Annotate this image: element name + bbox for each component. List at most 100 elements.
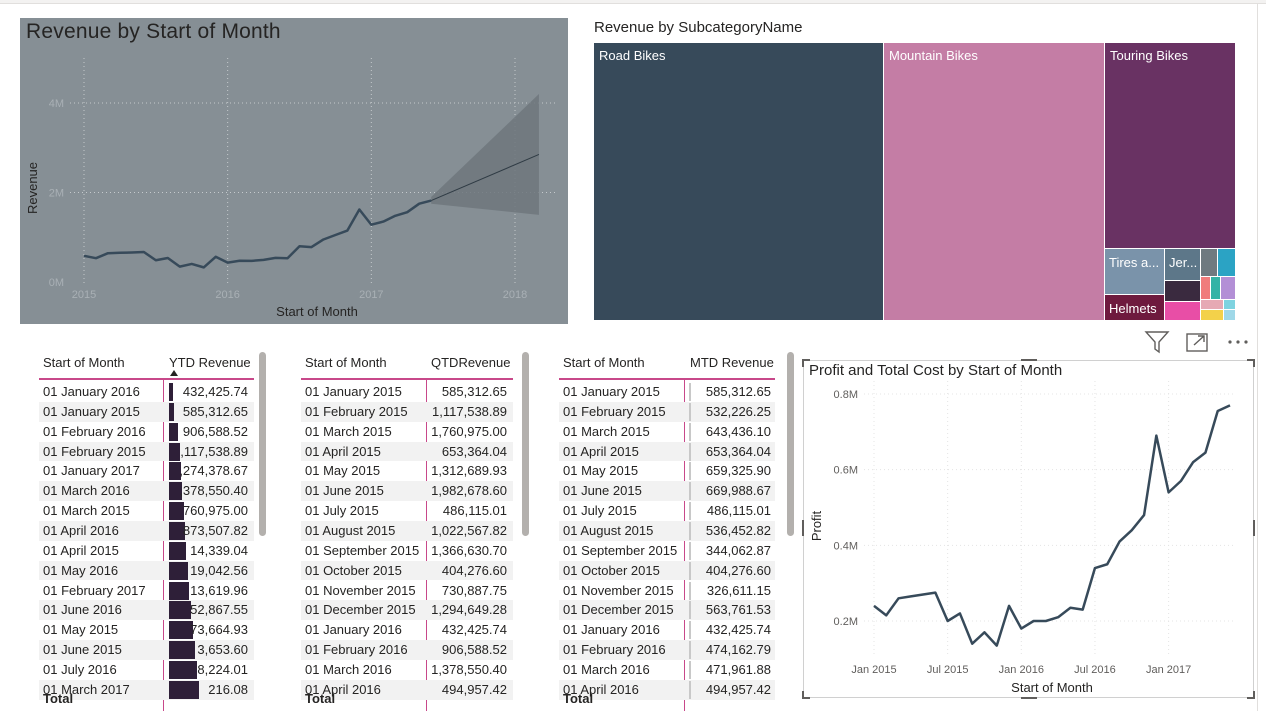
cell-value: 52,867.55 [190, 602, 248, 618]
table-row[interactable]: 01 August 2015 1,022,567.82 [301, 520, 513, 541]
table-row[interactable]: 01 June 2016 52,867.55 [39, 600, 254, 621]
table-row[interactable]: 01 October 2015 404,276.60 [559, 560, 775, 581]
filter-icon[interactable] [1144, 330, 1170, 354]
table-row[interactable]: 01 February 2016 906,588.52 [39, 422, 254, 442]
treemap-tile-small[interactable] [1221, 277, 1235, 299]
treemap-tile-jerseys[interactable]: Jer... [1165, 249, 1200, 280]
table-row[interactable]: 01 January 2016 432,425.74 [39, 382, 254, 402]
column-header-ytd-revenue[interactable]: YTD Revenue [169, 355, 251, 370]
resize-handle[interactable] [802, 691, 804, 699]
mtd-revenue-table[interactable]: Start of Month MTD Revenue 01 January 20… [559, 348, 775, 711]
table-row[interactable]: 01 January 2017 ,274,378.67 [39, 461, 254, 481]
table-row[interactable]: 01 July 2016 8,224.01 [39, 660, 254, 680]
treemap-tile-small[interactable] [1224, 300, 1235, 309]
table-row[interactable]: 01 May 2015 1,312,689.93 [301, 461, 513, 481]
table-row[interactable]: 01 August 2015 536,452.82 [559, 520, 775, 541]
table-row[interactable]: 01 March 2015 643,436.10 [559, 422, 775, 442]
table-row[interactable]: 01 April 2015 653,364.04 [301, 441, 513, 462]
table-row[interactable]: 01 January 2015 585,312.65 [301, 382, 513, 402]
treemap-tile-mountain-bikes[interactable]: Mountain Bikes [884, 43, 1104, 320]
table-row[interactable]: 01 March 2016 471,961.88 [559, 660, 775, 680]
table-row[interactable]: 01 April 2015 14,339.04 [39, 541, 254, 561]
ytd-revenue-table[interactable]: Start of Month YTD Revenue 01 January 20… [39, 348, 254, 711]
resize-handle[interactable] [1253, 359, 1255, 367]
column-header-start-of-month[interactable]: Start of Month [305, 355, 387, 370]
table-row[interactable]: 01 March 2015 760,975.00 [39, 501, 254, 521]
resize-handle[interactable] [1021, 697, 1037, 699]
treemap-tile-small[interactable] [1201, 249, 1217, 276]
table-row[interactable]: 01 April 2016 873,507.82 [39, 520, 254, 541]
table-row[interactable]: 01 January 2015 585,312.65 [559, 382, 775, 402]
table-row[interactable]: 01 December 2015 1,294,649.28 [301, 600, 513, 621]
x-axis-label: Start of Month [1011, 680, 1093, 695]
focus-mode-icon[interactable] [1185, 330, 1211, 354]
table-row[interactable]: 01 January 2015 585,312.65 [39, 401, 254, 422]
table-row[interactable]: 01 November 2015 326,611.15 [559, 581, 775, 601]
column-header-start-of-month[interactable]: Start of Month [43, 355, 125, 370]
table-row[interactable]: 01 July 2015 486,115.01 [301, 501, 513, 521]
table-row[interactable]: 01 April 2015 653,364.04 [559, 441, 775, 462]
table-row[interactable]: 01 June 2015 3,653.60 [39, 640, 254, 660]
table-row[interactable]: 01 May 2016 19,042.56 [39, 560, 254, 581]
treemap-tile-tires[interactable]: Tires a... [1105, 249, 1164, 294]
treemap-tile-small[interactable] [1201, 300, 1223, 309]
resize-handle[interactable] [1253, 520, 1255, 536]
table-row[interactable]: 01 May 2015 73,664.93 [39, 620, 254, 640]
table-row[interactable]: 01 March 2016 1,378,550.40 [301, 660, 513, 680]
treemap-tile-small[interactable] [1218, 249, 1235, 276]
cell-value: 1,312,689.93 [431, 463, 507, 479]
more-options-icon[interactable] [1226, 330, 1252, 354]
treemap-tile-small[interactable] [1201, 310, 1223, 320]
sort-arrow-icon[interactable] [170, 370, 178, 376]
profit-and-cost-chart[interactable]: 0.8M 0.6M 0.4M 0.2M Jan 2015 Jul 2015 Jan 2016… [803, 360, 1254, 698]
table-row[interactable]: 01 February 2016 474,162.79 [559, 640, 775, 660]
table-row[interactable]: 01 September 2015 344,062.87 [559, 541, 775, 561]
treemap-tile-helmets[interactable]: Helmets [1105, 295, 1164, 320]
table-row[interactable]: 01 October 2015 404,276.60 [301, 560, 513, 581]
treemap-tile-touring-bikes[interactable]: Touring Bikes [1105, 43, 1235, 248]
table-row[interactable]: 01 July 2015 486,115.01 [559, 501, 775, 521]
column-header-qtd-revenue[interactable]: QTDRevenue [431, 355, 510, 370]
cell-start-of-month: 01 February 2017 [43, 582, 146, 598]
table-row[interactable]: 01 January 2016 432,425.74 [301, 620, 513, 640]
cell-start-of-month: 01 October 2015 [305, 562, 402, 578]
table-row[interactable]: 01 February 2017 13,619.96 [39, 581, 254, 601]
column-header-start-of-month[interactable]: Start of Month [563, 355, 645, 370]
table-body: 01 January 2015 585,312.65 01 February 201… [301, 382, 513, 711]
table-row[interactable]: 01 June 2015 669,988.67 [559, 481, 775, 502]
mtd-table-scrollbar[interactable] [787, 352, 794, 536]
treemap-tile-small[interactable] [1165, 302, 1200, 320]
treemap-tile-small[interactable] [1201, 277, 1210, 299]
table-row[interactable]: 01 February 2015 532,226.25 [559, 401, 775, 422]
revenue-by-month-chart[interactable]: 4M 2M 0M 2015 2016 2017 2018 Start of Month Reve… [20, 18, 568, 324]
resize-handle[interactable] [1021, 359, 1037, 361]
cell-value: 1,117,538.89 [432, 403, 507, 419]
table-row[interactable]: 01 February 2015 ,117,538.89 [39, 441, 254, 462]
column-header-mtd-revenue[interactable]: MTD Revenue [690, 355, 774, 370]
resize-handle[interactable] [802, 359, 804, 367]
table-row[interactable]: 01 February 2016 906,588.52 [301, 640, 513, 660]
profit-series-line [873, 404, 1231, 647]
table-body: 01 January 2016 432,425.74 01 January 2015… [39, 382, 254, 711]
table-row[interactable]: 01 June 2015 1,982,678.60 [301, 481, 513, 502]
resize-handle[interactable] [802, 520, 804, 536]
table-row[interactable]: 01 January 2016 432,425.74 [559, 620, 775, 640]
table-row[interactable]: 01 March 2015 1,760,975.00 [301, 422, 513, 442]
ytd-table-scrollbar[interactable] [259, 352, 266, 536]
qtd-table-scrollbar[interactable] [522, 352, 529, 536]
treemap-tile-small[interactable] [1211, 277, 1220, 299]
treemap-tile-road-bikes[interactable]: Road Bikes [594, 43, 883, 320]
y-axis-label: Revenue [25, 162, 40, 214]
table-row[interactable]: 01 September 2015 1,366,630.70 [301, 541, 513, 561]
table-row[interactable]: 01 March 2016 ,378,550.40 [39, 481, 254, 502]
treemap-tile-small[interactable] [1224, 310, 1235, 320]
table-row[interactable]: 01 May 2015 659,325.90 [559, 461, 775, 481]
revenue-by-subcategory-treemap[interactable]: Road Bikes Mountain Bikes Touring Bikes … [594, 43, 1235, 320]
qtd-revenue-table[interactable]: Start of Month QTDRevenue 01 January 201… [301, 348, 513, 711]
table-row[interactable]: 01 February 2015 1,117,538.89 [301, 401, 513, 422]
cell-value: ,274,378.67 [179, 463, 248, 479]
treemap-tile-small[interactable] [1165, 281, 1200, 301]
resize-handle[interactable] [1253, 691, 1255, 699]
table-row[interactable]: 01 November 2015 730,887.75 [301, 581, 513, 601]
table-row[interactable]: 01 December 2015 563,761.53 [559, 600, 775, 621]
